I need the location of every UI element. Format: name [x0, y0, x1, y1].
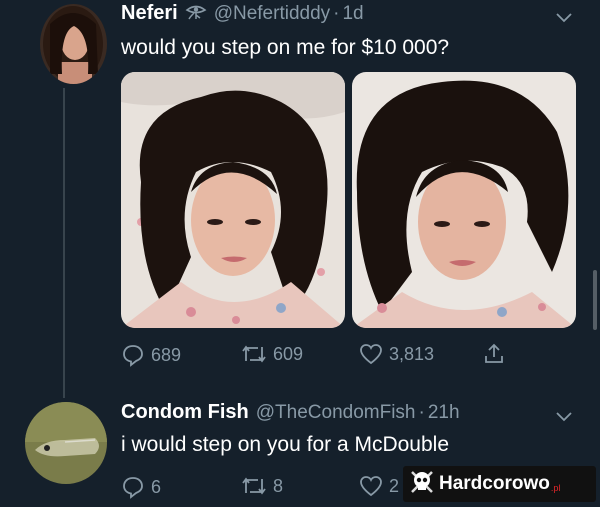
like-count: 2	[389, 475, 400, 496]
retweet-button[interactable]: 8	[241, 475, 283, 497]
reply-icon	[121, 343, 145, 367]
reply-count: 6	[151, 476, 162, 497]
reply-button[interactable]: 689	[121, 343, 181, 367]
thread-line	[63, 88, 65, 398]
share-button[interactable]	[482, 342, 506, 366]
author-name[interactable]: Neferi	[121, 2, 178, 25]
reply-button[interactable]: 6	[121, 475, 161, 499]
tweet-text: i would step on you for a McDouble	[121, 433, 450, 456]
separator-dot: ·	[333, 3, 340, 24]
like-button[interactable]: 2	[359, 475, 399, 497]
skull-icon	[409, 469, 435, 500]
tweet-text: would you step on me for $10 000?	[121, 36, 450, 59]
watermark-text: Hardcorowo	[439, 473, 550, 494]
watermark: Hardcorowo .pl	[403, 466, 596, 502]
tweet-header: Condom Fish @TheCondomFish · 21h	[121, 401, 460, 424]
scrollbar[interactable]	[593, 270, 597, 330]
avatar[interactable]	[40, 4, 107, 84]
separator-dot: ·	[418, 402, 425, 423]
tweet-photo-2[interactable]	[352, 72, 576, 328]
timestamp[interactable]: 1d	[342, 3, 363, 25]
heart-icon	[359, 475, 383, 497]
tweet-photo-1[interactable]	[121, 72, 345, 328]
heart-icon	[359, 343, 383, 365]
author-name[interactable]: Condom Fish	[121, 401, 249, 424]
retweet-count: 609	[273, 343, 304, 364]
author-handle[interactable]: @TheCondomFish	[256, 402, 416, 424]
reply-count: 689	[151, 344, 182, 365]
tweet-header: Neferi @Nefertidddy · 1d	[121, 2, 364, 25]
like-button[interactable]: 3,813	[359, 343, 434, 365]
retweet-button[interactable]: 609	[241, 343, 303, 365]
like-count: 3,813	[389, 343, 435, 364]
eye-of-ra-icon	[185, 4, 207, 25]
share-icon	[482, 342, 506, 366]
chevron-down-icon[interactable]	[556, 10, 572, 28]
timestamp[interactable]: 21h	[428, 402, 460, 424]
reply-icon	[121, 475, 145, 499]
chevron-down-icon[interactable]	[556, 409, 572, 427]
retweet-icon	[241, 475, 267, 497]
watermark-suffix: .pl	[550, 483, 561, 493]
retweet-icon	[241, 343, 267, 365]
retweet-count: 8	[273, 475, 284, 496]
avatar[interactable]	[25, 402, 107, 484]
author-handle[interactable]: @Nefertidddy	[214, 3, 330, 25]
